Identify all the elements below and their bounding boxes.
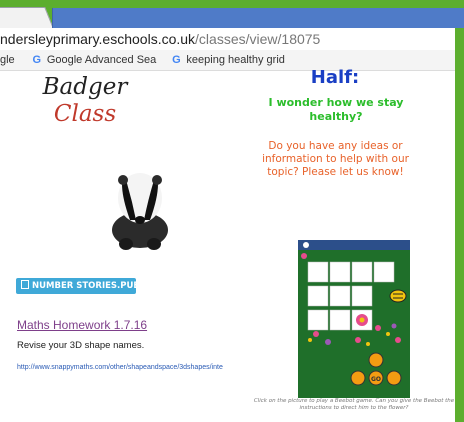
bookmark-keeping-healthy-grid[interactable]: Gkeeping healthy grid (170, 54, 285, 66)
browser-window-frame (52, 8, 464, 28)
number-stories-label: NUMBER STORIES.PUB (32, 281, 140, 291)
url-domain: ndersleyprimary.eschools.co.uk (0, 31, 196, 47)
topic-request: Do you have any ideas or information to … (262, 140, 409, 178)
bookmark-partial[interactable]: gle (0, 54, 15, 66)
document-icon (21, 280, 29, 289)
number-stories-download-button[interactable]: NUMBER STORIES.PUB (16, 278, 140, 294)
google-icon: G (32, 54, 42, 66)
topic-question: I wonder how we stay healthy? (268, 96, 404, 123)
google-icon: G (172, 54, 181, 66)
url-path: /classes/view/18075 (195, 31, 321, 47)
class-title: Badger Class (40, 74, 130, 128)
browser-tab[interactable] (0, 7, 55, 29)
term-heading: Half: (310, 67, 360, 88)
snappymaths-link[interactable]: http://www.snappymaths.com/other/shapean… (17, 364, 223, 371)
class-title-line1: Badger (42, 74, 128, 100)
class-title-line2: Class (53, 101, 117, 127)
address-bar[interactable]: ndersleyprimary.eschools.co.uk/classes/v… (0, 28, 464, 51)
beebot-game-image[interactable]: GO (298, 240, 410, 398)
maths-homework-link[interactable]: Maths Homework 1.7.16 (17, 318, 147, 332)
badger-image (98, 160, 182, 252)
homework-instructions: Revise your 3D shape names. (17, 340, 145, 351)
beebot-caption: Click on the picture to play a Beebot ga… (253, 398, 455, 411)
beebot-go-label: GO (371, 376, 381, 383)
window-border (455, 28, 464, 422)
bookmark-google-advanced-search[interactable]: G Google Advanced Sea (31, 54, 157, 66)
bookmarks-bar: gle G Google Advanced Sea Gkeeping health… (0, 50, 464, 71)
